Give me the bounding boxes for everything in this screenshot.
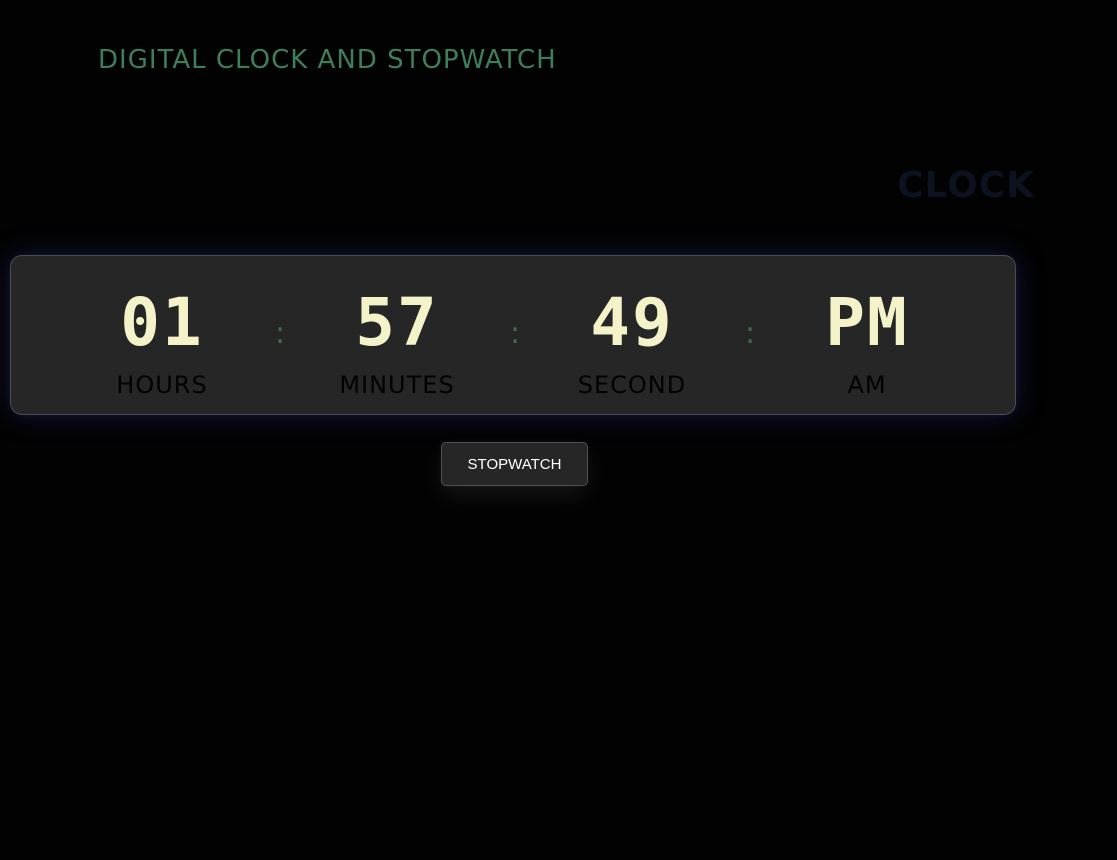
seconds-label: SECOND — [577, 371, 687, 399]
hours-label: HOURS — [116, 371, 208, 399]
seconds-unit: 49 SECOND — [512, 278, 752, 399]
minutes-unit: 57 MINUTES — [277, 278, 517, 399]
hours-value: 01 — [120, 284, 204, 361]
mode-label: CLOCK — [897, 165, 1035, 206]
period-unit: PM AM — [747, 278, 987, 399]
hours-unit: 01 HOURS — [42, 278, 282, 399]
app-root: DIGITAL CLOCK AND STOPWATCH CLOCK 01 HOU… — [0, 0, 1117, 860]
clock-display-panel: 01 HOURS : 57 MINUTES : 49 SECOND : PM A… — [10, 255, 1016, 415]
stopwatch-button[interactable]: STOPWATCH — [441, 442, 588, 486]
period-value: PM — [825, 284, 909, 361]
minutes-value: 57 — [355, 284, 439, 361]
page-title: DIGITAL CLOCK AND STOPWATCH — [98, 45, 557, 75]
minutes-label: MINUTES — [339, 371, 455, 399]
seconds-value: 49 — [590, 284, 674, 361]
period-label: AM — [847, 371, 887, 399]
